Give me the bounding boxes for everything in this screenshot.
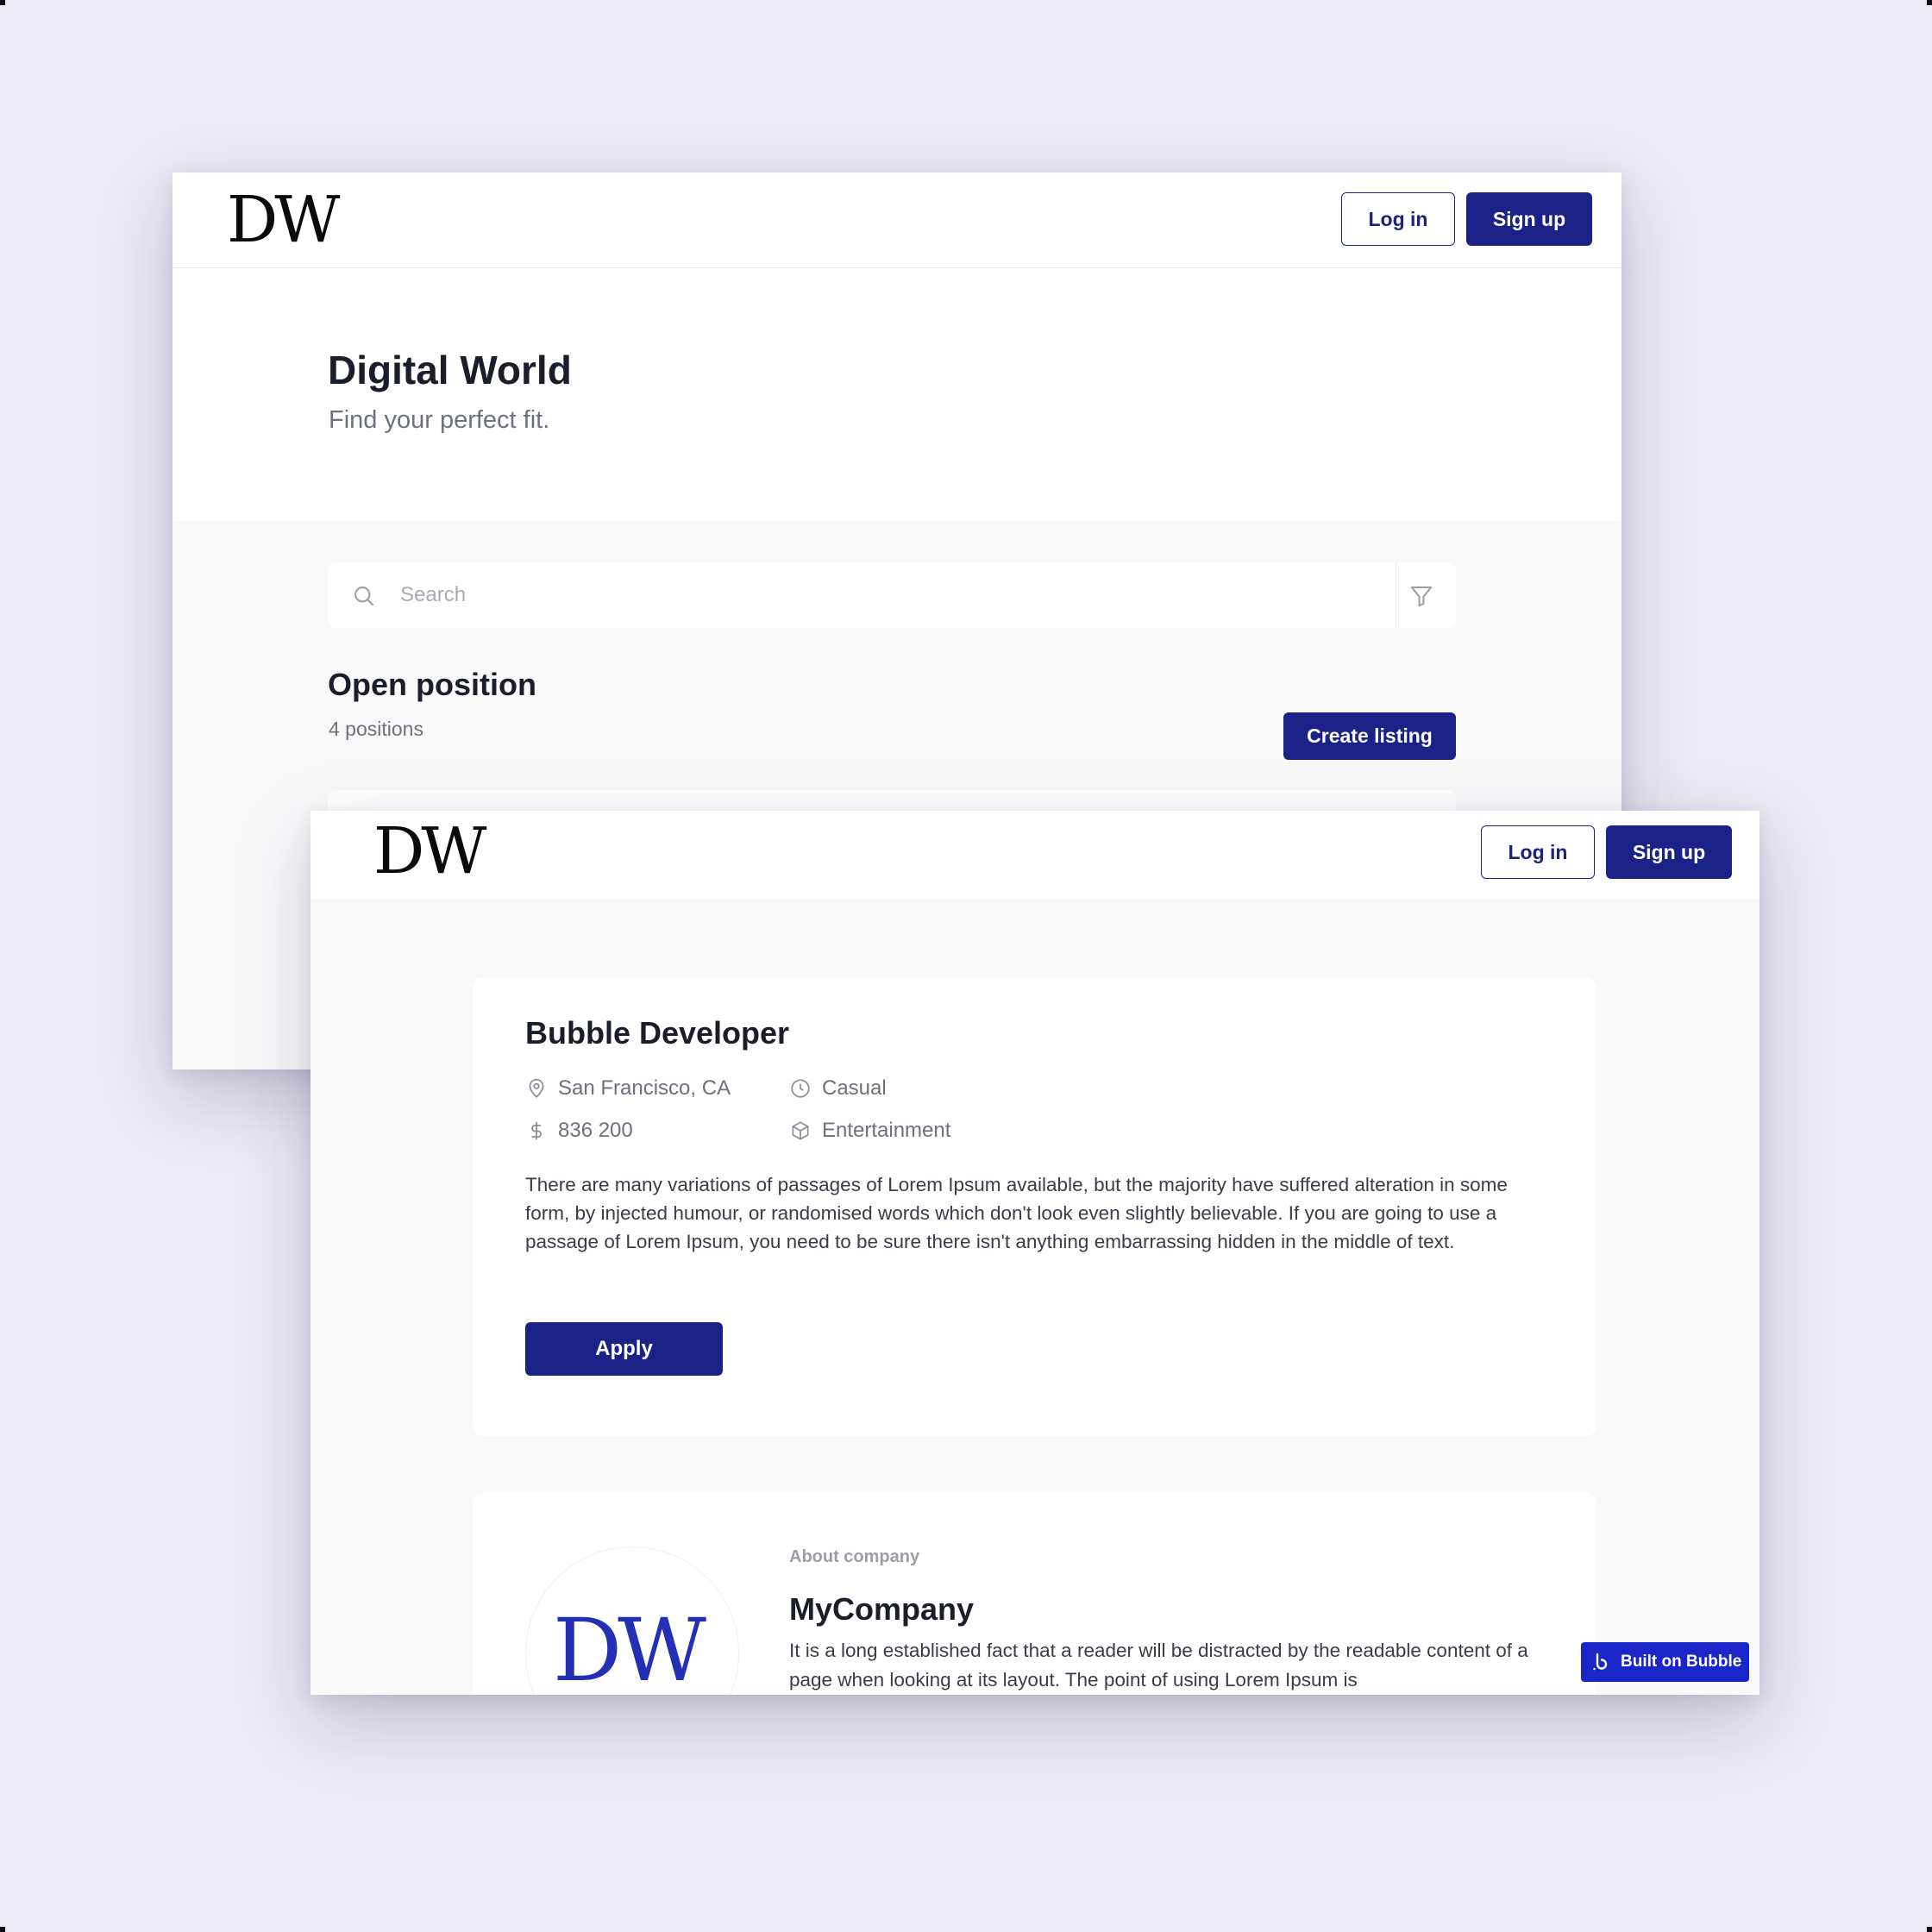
- apply-button[interactable]: Apply: [525, 1322, 723, 1376]
- company-logo: DW: [525, 1546, 739, 1695]
- location-pin-icon: [529, 1078, 544, 1098]
- search-input[interactable]: Search: [400, 583, 466, 607]
- company-name: MyCompany: [789, 1591, 975, 1627]
- page-title: Digital World: [328, 348, 572, 392]
- company-description: It is a long established fact that a rea…: [789, 1640, 1528, 1690]
- filter-icon[interactable]: [1408, 583, 1434, 609]
- dollar-icon: [531, 1121, 542, 1140]
- positions-count: 4 positions: [329, 718, 423, 740]
- built-on-bubble-badge[interactable]: Built on Bubble: [1581, 1642, 1749, 1682]
- category-text: Entertainment: [822, 1119, 951, 1142]
- company-card: DW About company MyCompany It is a long …: [473, 1493, 1596, 1695]
- badge-label: Built on Bubble: [1621, 1653, 1742, 1671]
- bubble-logo-icon: [1593, 1653, 1608, 1671]
- location-text: San Francisco, CA: [558, 1076, 731, 1100]
- logo[interactable]: DW: [227, 188, 340, 252]
- job-title: Bubble Developer: [525, 1015, 790, 1051]
- page-subtitle: Find your perfect fit.: [329, 406, 550, 434]
- corner-mark: [0, 0, 5, 5]
- about-company-label: About company: [789, 1547, 920, 1566]
- corner-mark: [0, 1927, 5, 1932]
- login-button[interactable]: Log in: [1481, 825, 1595, 879]
- job-detail-window: DW Log in Sign up Bubble Developer San F…: [310, 811, 1760, 1695]
- corner-mark: [1927, 0, 1932, 5]
- logo[interactable]: DW: [373, 819, 486, 883]
- salary-text: 836 200: [558, 1119, 633, 1142]
- header: DW Log in Sign up: [310, 811, 1760, 899]
- login-button[interactable]: Log in: [1341, 192, 1455, 246]
- positions-title: Open position: [328, 667, 536, 702]
- job-description: There are many variations of passages of…: [525, 1174, 1508, 1252]
- job-category: Entertainment: [789, 1119, 950, 1143]
- clock-icon: [791, 1079, 810, 1098]
- header: DW Log in Sign up: [172, 172, 1622, 268]
- signup-button[interactable]: Sign up: [1606, 825, 1732, 879]
- job-card: Bubble Developer San Francisco, CA Casua…: [473, 977, 1596, 1436]
- job-type-text: Casual: [822, 1076, 887, 1100]
- search-icon: [354, 586, 374, 606]
- search-bar[interactable]: Search: [328, 562, 1456, 628]
- job-salary: 836 200: [525, 1119, 633, 1143]
- job-location: San Francisco, CA: [525, 1076, 731, 1101]
- hero-section: Digital World Find your perfect fit.: [172, 268, 1622, 521]
- job-type: Casual: [789, 1076, 887, 1101]
- signup-button[interactable]: Sign up: [1466, 192, 1592, 246]
- create-listing-button[interactable]: Create listing: [1283, 712, 1456, 760]
- box-icon: [792, 1121, 809, 1140]
- company-logo-text: DW: [553, 1600, 706, 1695]
- corner-mark: [1927, 1927, 1932, 1932]
